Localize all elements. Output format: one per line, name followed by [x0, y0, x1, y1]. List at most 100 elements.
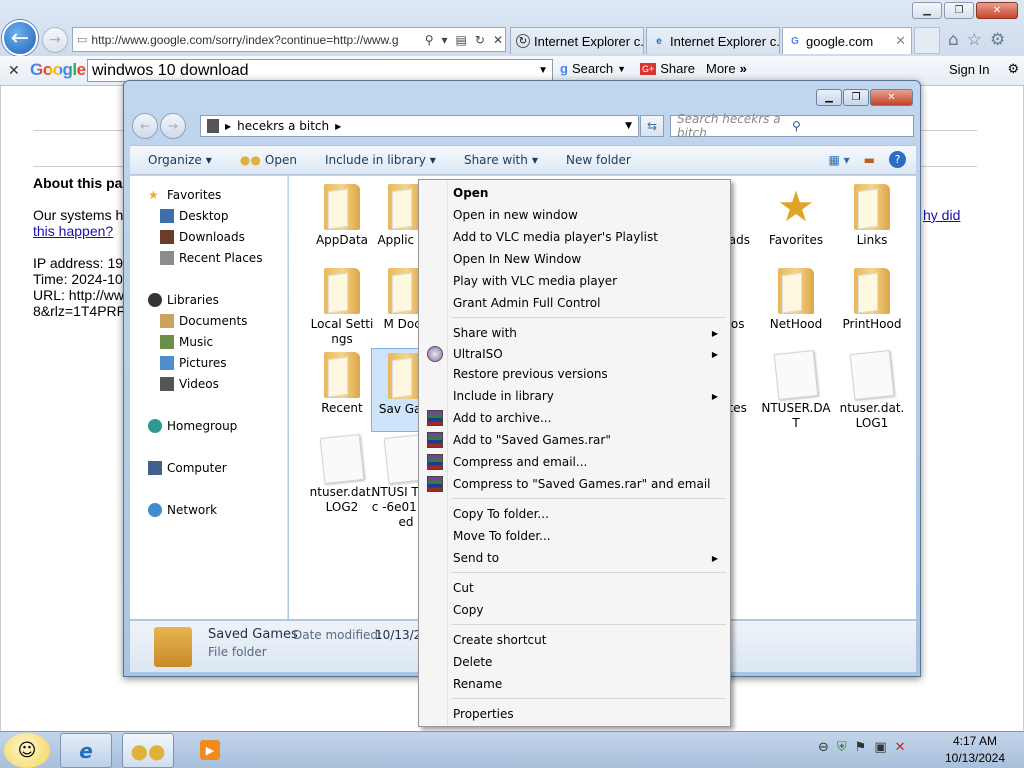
view-icon[interactable]: ▦ ▾ — [828, 153, 849, 167]
forward-button[interactable]: → — [160, 113, 186, 139]
volume-muted-icon[interactable]: ✕ — [895, 740, 906, 755]
new-folder-button[interactable]: New folder — [566, 153, 631, 167]
back-button[interactable]: ← — [132, 113, 158, 139]
nav-homegroup[interactable]: Homegroup — [148, 419, 237, 433]
stop-icon[interactable]: ✕ — [491, 33, 505, 47]
menu-item-add-archive[interactable]: Add to archive... — [421, 407, 728, 429]
organize-button[interactable]: Organize ▼ — [148, 153, 212, 167]
taskbar-ie[interactable]: e — [60, 733, 112, 768]
file-item[interactable]: ntuser.dat.LOG2 — [307, 434, 377, 515]
new-tab-button[interactable] — [914, 27, 940, 54]
menu-item-compress-email[interactable]: Compress and email... — [421, 451, 728, 473]
sign-in-button[interactable]: Sign In ⚙ — [949, 61, 1019, 77]
maximize-button[interactable]: ❐ — [944, 2, 974, 19]
menu-item-open-new-window[interactable]: Open in new window — [421, 204, 728, 226]
menu-item-delete[interactable]: Delete — [421, 651, 728, 673]
menu-item-move-to[interactable]: Move To folder... — [421, 525, 728, 547]
action-center-flag-icon[interactable]: ⚑ — [855, 740, 867, 755]
breadcrumb-segment[interactable]: hecekrs a bitch — [237, 119, 329, 133]
more-button[interactable]: More » — [706, 61, 747, 76]
tab-google[interactable]: G google.com ✕ — [782, 27, 912, 54]
file-item[interactable]: Recent — [307, 352, 377, 416]
chevron-right-icon[interactable]: ▶ — [335, 122, 341, 131]
menu-item-send-to[interactable]: Send to ▶ — [421, 547, 728, 569]
menu-item-open[interactable]: Open — [421, 182, 728, 204]
minimize-button[interactable]: ▁ — [816, 89, 842, 106]
menu-item-add-rar[interactable]: Add to "Saved Games.rar" — [421, 429, 728, 451]
menu-item-grant-admin[interactable]: Grant Admin Full Control — [421, 292, 728, 314]
google-search-input[interactable]: windwos 10 download ▼ — [87, 59, 553, 82]
explorer-address-bar[interactable]: ▶ hecekrs a bitch ▶ ▼ — [200, 115, 639, 137]
close-icon[interactable]: ✕ — [8, 62, 20, 79]
nav-network[interactable]: Network — [148, 503, 217, 517]
menu-item-open-in-new-window[interactable]: Open In New Window — [421, 248, 728, 270]
file-item[interactable]: Local Settings — [307, 268, 377, 347]
menu-item-ultraiso[interactable]: UltraISO ▶ — [421, 343, 728, 365]
chevron-down-icon[interactable]: ▼ — [625, 121, 632, 131]
dropdown-icon[interactable]: ▾ — [440, 33, 450, 47]
maximize-button[interactable]: ❐ — [843, 89, 869, 106]
home-icon[interactable]: ⌂ — [948, 30, 959, 50]
menu-item-share-with[interactable]: Share with ▶ — [421, 322, 728, 344]
close-button[interactable]: ✕ — [870, 89, 913, 106]
taskbar-media-player[interactable]: ▶ — [196, 737, 224, 763]
menu-item-create-shortcut[interactable]: Create shortcut — [421, 629, 728, 651]
nav-libraries[interactable]: Libraries — [148, 293, 219, 307]
menu-item-add-vlc-playlist[interactable]: Add to VLC media player's Playlist — [421, 226, 728, 248]
nav-documents[interactable]: Documents — [160, 314, 247, 328]
close-button[interactable]: ✕ — [976, 2, 1018, 19]
gear-icon[interactable]: ⚙ — [990, 30, 1005, 50]
network-icon[interactable]: ▣ — [874, 740, 886, 755]
menu-item-restore-versions[interactable]: Restore previous versions — [421, 363, 728, 385]
nav-downloads[interactable]: Downloads — [160, 230, 245, 244]
nav-desktop[interactable]: Desktop — [160, 209, 229, 223]
search-icon[interactable]: ⚲ — [423, 33, 436, 47]
chevron-down-icon[interactable]: ▼ — [538, 65, 548, 76]
why-link[interactable]: hy did — [923, 207, 960, 223]
open-button[interactable]: ●● Open — [240, 153, 297, 167]
nav-favorites[interactable]: ★ Favorites — [148, 188, 221, 202]
start-button[interactable]: ☺ — [4, 733, 50, 768]
address-bar[interactable]: ▭ http://www.google.com/sorry/index?cont… — [72, 27, 506, 52]
compat-icon[interactable]: ▤ — [454, 33, 469, 47]
nav-computer[interactable]: Computer — [148, 461, 227, 475]
refresh-icon[interactable]: ↻ — [473, 33, 487, 47]
nav-videos[interactable]: Videos — [160, 377, 219, 391]
include-library-button[interactable]: Include in library ▼ — [325, 153, 436, 167]
explorer-search-input[interactable]: Search hecekrs a bitch ⚲ — [670, 112, 914, 140]
minimize-button[interactable]: ▁ — [912, 2, 942, 19]
file-item[interactable]: PrintHood — [837, 268, 907, 332]
menu-item-copy[interactable]: Copy — [421, 599, 728, 621]
nav-music[interactable]: Music — [160, 335, 213, 349]
address-url[interactable]: http://www.google.com/sorry/index?contin… — [91, 33, 418, 47]
search-icon[interactable]: ⚲ — [792, 119, 907, 133]
refresh-button[interactable]: ⇆ — [640, 115, 664, 137]
taskbar-explorer[interactable]: ●● — [122, 733, 174, 768]
menu-item-compress-rar-email[interactable]: Compress to "Saved Games.rar" and email — [421, 473, 728, 495]
help-icon[interactable]: ? — [889, 151, 906, 168]
preview-pane-icon[interactable]: ▬ — [864, 153, 875, 167]
menu-item-copy-to[interactable]: Copy To folder... — [421, 503, 728, 525]
file-item[interactable]: ★ Favorites — [761, 184, 831, 248]
nav-recent-places[interactable]: Recent Places — [160, 251, 262, 265]
file-item[interactable]: Links — [837, 184, 907, 248]
file-item[interactable]: ntuser.dat.LOG1 — [837, 350, 907, 431]
tab-ie-1[interactable]: ↻ Internet Explorer c... — [510, 27, 644, 54]
taskbar-clock[interactable]: 4:17 AM 10/13/2024 — [940, 733, 1010, 767]
file-item[interactable]: NTUSER.DAT — [761, 350, 831, 431]
tab-ie-2[interactable]: e Internet Explorer c... — [646, 27, 780, 54]
share-with-button[interactable]: Share with ▼ — [464, 153, 538, 167]
this-happen-link[interactable]: this happen? — [33, 223, 113, 239]
menu-item-cut[interactable]: Cut — [421, 577, 728, 599]
nav-pictures[interactable]: Pictures — [160, 356, 227, 370]
menu-item-play-vlc[interactable]: Play with VLC media player — [421, 270, 728, 292]
menu-item-properties[interactable]: Properties — [421, 703, 728, 725]
favorites-star-icon[interactable]: ☆ — [967, 30, 982, 50]
file-item[interactable]: NetHood — [761, 268, 831, 332]
search-button[interactable]: g Search ▼ — [560, 61, 626, 76]
share-button[interactable]: G+ Share — [640, 61, 695, 76]
back-button[interactable]: ← — [2, 20, 38, 56]
forward-button[interactable]: → — [42, 27, 68, 53]
menu-item-include-library[interactable]: Include in library ▶ — [421, 385, 728, 407]
menu-item-rename[interactable]: Rename — [421, 673, 728, 695]
